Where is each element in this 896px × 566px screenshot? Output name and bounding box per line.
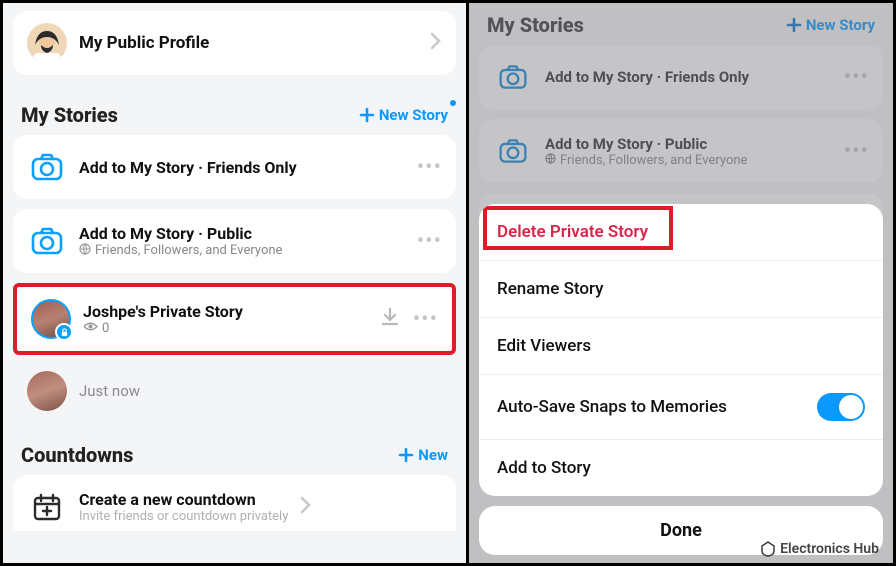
story-options-screen: My Stories New Story Add to My Story · F… [469,3,893,563]
chevron-right-icon [430,31,442,56]
story-row-title: Add to My Story · Friends Only [79,158,405,177]
watermark-text: Electronics Hub [780,541,879,557]
public-profile-row[interactable]: My Public Profile [13,11,456,75]
done-label: Done [660,520,702,541]
watermark: Electronics Hub [760,541,879,557]
more-icon[interactable]: ••• [417,155,442,180]
autosave-option[interactable]: Auto-Save Snaps to Memories [479,375,883,440]
option-label: Delete Private Story [497,222,648,242]
bitmoji-avatar [27,23,67,63]
logo-icon [760,541,776,557]
more-icon[interactable]: ••• [417,229,442,254]
countdowns-title: Countdowns [21,443,133,467]
story-row-title: Add to My Story · Public [79,224,405,243]
option-label: Edit Viewers [497,336,591,356]
view-count: 0 [102,321,109,336]
new-label: New [418,446,448,464]
create-countdown-sub: Invite friends or countdown privately [79,509,288,524]
option-label: Add to Story [497,458,591,478]
download-icon[interactable] [379,306,401,332]
camera-icon [27,221,67,261]
countdowns-header: Countdowns New [13,425,456,475]
public-profile-label: My Public Profile [79,33,418,53]
autosave-toggle[interactable] [817,393,865,421]
snap-thumbnail [27,371,67,411]
recent-time-label: Just now [79,382,140,400]
private-story-row[interactable]: Joshpe's Private Story 0 ••• [17,287,452,351]
new-story-label: New Story [379,106,448,124]
rename-story-option[interactable]: Rename Story [479,261,883,318]
delete-private-story-option[interactable]: Delete Private Story [479,204,883,261]
create-countdown-title: Create a new countdown [79,490,288,509]
new-countdown-button[interactable]: New [398,446,448,464]
create-countdown-row[interactable]: Create a new countdown Invite friends or… [13,475,456,531]
highlight-box: Joshpe's Private Story 0 ••• [13,283,456,355]
globe-icon [79,243,91,258]
option-label: Rename Story [497,279,603,299]
camera-icon [27,147,67,187]
story-thumbnail [31,299,71,339]
edit-viewers-option[interactable]: Edit Viewers [479,318,883,375]
story-action-sheet: Delete Private Story Rename Story Edit V… [479,204,883,555]
profile-stories-screen: My Public Profile My Stories New Story A… [3,3,469,563]
story-row-subtitle: Friends, Followers, and Everyone [95,243,282,258]
eye-icon [83,321,98,336]
add-story-public-row[interactable]: Add to My Story · Public Friends, Follow… [13,209,456,273]
add-story-friends-row[interactable]: Add to My Story · Friends Only ••• [13,135,456,199]
my-stories-title: My Stories [21,103,118,127]
lock-icon [55,323,73,341]
recent-snap-row[interactable]: Just now [13,365,456,425]
chevron-right-icon [300,495,312,520]
my-stories-header: My Stories New Story [13,85,456,135]
private-story-title: Joshpe's Private Story [83,302,367,321]
calendar-plus-icon [27,487,67,527]
option-label: Auto-Save Snaps to Memories [497,397,727,417]
new-story-button[interactable]: New Story [359,106,448,124]
plus-icon [359,107,375,123]
notification-dot-icon [450,100,456,106]
more-icon[interactable]: ••• [413,307,438,332]
add-to-story-option[interactable]: Add to Story [479,440,883,496]
plus-icon [398,447,414,463]
